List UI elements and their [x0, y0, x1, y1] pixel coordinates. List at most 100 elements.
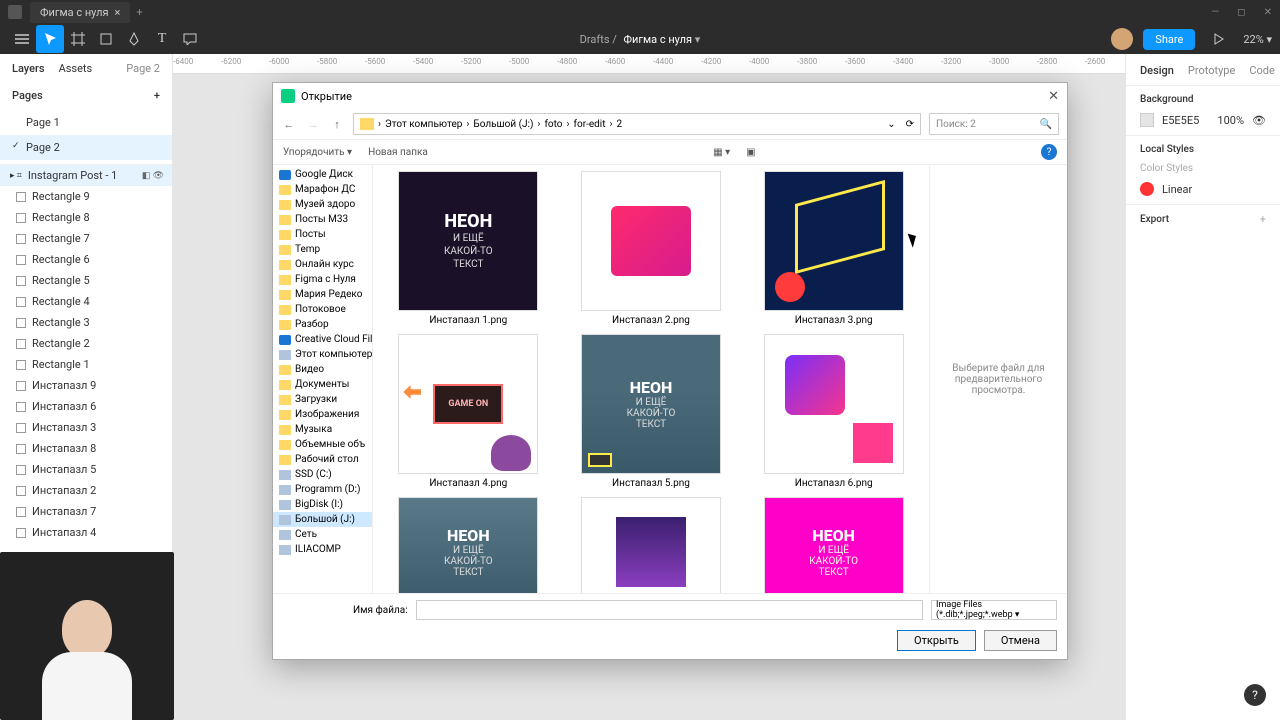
file-item[interactable]: НЕОНИ ЕЩЁ КАКОЙ-ТО ТЕКСТ — [750, 497, 917, 593]
organize-menu[interactable]: Упорядочить ▾ — [283, 147, 352, 158]
layer-item[interactable]: Rectangle 9 — [0, 186, 172, 207]
tree-item[interactable]: Temp — [273, 242, 372, 257]
view-options-icon[interactable]: ▦ ▾ — [713, 147, 730, 158]
layer-item[interactable]: Инстапазл 2 — [0, 480, 172, 501]
text-tool-icon[interactable]: T — [148, 25, 176, 53]
layer-item[interactable]: Rectangle 7 — [0, 228, 172, 249]
layer-item[interactable]: Rectangle 5 — [0, 270, 172, 291]
layer-item[interactable]: Rectangle 2 — [0, 333, 172, 354]
layer-item[interactable]: Инстапазл 3 — [0, 417, 172, 438]
search-input[interactable]: Поиск: 2 🔍 — [929, 113, 1059, 135]
nav-up-icon[interactable]: ↑ — [329, 118, 345, 131]
file-item[interactable]: НЕОНИ ЕЩЁ КАКОЙ-ТО ТЕКСТ — [385, 497, 552, 593]
move-tool-icon[interactable] — [36, 25, 64, 53]
tree-item[interactable]: Музей здоро — [273, 197, 372, 212]
layer-item[interactable]: Инстапазл 9 — [0, 375, 172, 396]
layer-item[interactable]: Rectangle 6 — [0, 249, 172, 270]
tree-item[interactable]: Разбор — [273, 317, 372, 332]
tree-item[interactable]: Объемные объ — [273, 437, 372, 452]
pen-tool-icon[interactable] — [120, 25, 148, 53]
preview-pane-icon[interactable]: ▣ — [746, 147, 755, 158]
linear-swatch[interactable] — [1140, 182, 1154, 196]
file-item[interactable]: Инстапазл 6.png — [750, 334, 917, 489]
nav-back-icon[interactable]: ← — [281, 118, 297, 131]
zoom-level[interactable]: 22% ▾ — [1243, 33, 1272, 46]
window-tab[interactable]: Фигма с нуля × — [30, 2, 130, 23]
tree-item[interactable]: Изображения — [273, 407, 372, 422]
refresh-icon[interactable]: ⟳ — [906, 119, 914, 130]
present-icon[interactable] — [1205, 25, 1233, 53]
layer-item[interactable]: Rectangle 8 — [0, 207, 172, 228]
cancel-button[interactable]: Отмена — [984, 630, 1057, 651]
add-tab-button[interactable]: + — [136, 6, 142, 19]
tree-item[interactable]: Programm (D:) — [273, 482, 372, 497]
path-bar[interactable]: › Этот компьютер› Большой (J:)› foto› fo… — [353, 113, 921, 135]
tree-item[interactable]: Потоковое — [273, 302, 372, 317]
tree-item[interactable]: Музыка — [273, 422, 372, 437]
tree-item[interactable]: SSD (C:) — [273, 467, 372, 482]
minimize-icon[interactable]: — — [1211, 7, 1219, 18]
avatar[interactable] — [1111, 28, 1133, 50]
bg-hex[interactable]: E5E5E5 — [1162, 114, 1199, 127]
tree-item[interactable]: Загрузки — [273, 392, 372, 407]
layer-item[interactable]: Rectangle 1 — [0, 354, 172, 375]
maximize-icon[interactable]: ◻ — [1237, 7, 1245, 18]
path-seg[interactable]: foto — [544, 119, 562, 130]
tree-item[interactable]: Этот компьютер — [273, 347, 372, 362]
nav-forward-icon[interactable]: → — [305, 118, 321, 131]
layer-actions-icon[interactable]: ◧ 👁 — [142, 171, 164, 181]
comment-tool-icon[interactable] — [176, 25, 204, 53]
tree-item[interactable]: Посты М33 — [273, 212, 372, 227]
file-filter-select[interactable]: Image Files (*.dib;*.jpeg;*.webp ▾ — [931, 600, 1057, 620]
path-seg-0[interactable]: › — [378, 119, 381, 130]
file-grid[interactable]: НЕОНИ ЕЩЁ КАКОЙ-ТО ТЕКСТ Инстапазл 1.png… — [373, 165, 929, 593]
layer-item[interactable]: Инстапазл 6 — [0, 396, 172, 417]
layer-item[interactable]: Инстапазл 5 — [0, 459, 172, 480]
file-item[interactable]: Инстапазл 3.png — [750, 171, 917, 326]
page-item-1[interactable]: Page 1 — [0, 110, 172, 135]
add-page-icon[interactable]: + — [154, 89, 160, 102]
breadcrumb[interactable]: Drafts / Фигма с нуля ▾ — [580, 33, 701, 46]
menu-icon[interactable] — [8, 25, 36, 53]
linear-label[interactable]: Linear — [1162, 183, 1192, 196]
bg-opacity[interactable]: 100% — [1217, 114, 1244, 127]
share-button[interactable]: Share — [1143, 29, 1195, 50]
open-button[interactable]: Открыть — [897, 630, 976, 651]
file-item[interactable]: Инстапазл 2.png — [568, 171, 735, 326]
path-seg[interactable]: Большой (J:) — [473, 119, 533, 130]
add-export-icon[interactable]: + — [1260, 213, 1266, 226]
tree-item[interactable]: Марафон ДС — [273, 182, 372, 197]
bg-swatch[interactable] — [1140, 113, 1154, 127]
tree-item[interactable]: Большой (J:) — [273, 512, 372, 527]
layer-item[interactable]: Инстапазл 8 — [0, 438, 172, 459]
help-badge[interactable]: ? — [1244, 684, 1266, 706]
tree-item[interactable]: Рабочий стол — [273, 452, 372, 467]
layer-item[interactable]: Инстапазл 4 — [0, 522, 172, 543]
tab-assets[interactable]: Assets — [59, 62, 93, 75]
tree-item[interactable]: Мария Редеко — [273, 287, 372, 302]
tab-prototype[interactable]: Prototype — [1188, 64, 1235, 77]
tree-item[interactable]: Онлайн курс — [273, 257, 372, 272]
path-dropdown-icon[interactable]: ⌄ — [887, 119, 895, 130]
tree-item[interactable]: Creative Cloud Fil — [273, 332, 372, 347]
page-indicator[interactable]: Page 2 — [126, 62, 160, 75]
tree-item[interactable]: Google Диск — [273, 167, 372, 182]
shape-tool-icon[interactable] — [92, 25, 120, 53]
tree-item[interactable]: Посты — [273, 227, 372, 242]
layer-item[interactable]: Rectangle 3 — [0, 312, 172, 333]
help-icon[interactable]: ? — [1041, 144, 1057, 160]
tab-code[interactable]: Code — [1249, 64, 1274, 77]
tab-close-icon[interactable]: × — [115, 6, 121, 19]
file-item[interactable] — [568, 497, 735, 593]
tree-item[interactable]: ILIACOMP — [273, 542, 372, 557]
folder-tree[interactable]: Google ДискМарафон ДСМузей здороПосты М3… — [273, 165, 373, 593]
layer-item[interactable]: Rectangle 4 — [0, 291, 172, 312]
visibility-icon[interactable]: 👁 — [1252, 114, 1266, 127]
tree-item[interactable]: Figma с Нуля — [273, 272, 372, 287]
tab-layers[interactable]: Layers — [12, 62, 45, 75]
file-item[interactable]: GAME ON Инстапазл 4.png — [385, 334, 552, 489]
path-seg[interactable]: 2 — [617, 119, 623, 130]
file-item[interactable]: НЕОНИ ЕЩЁ КАКОЙ-ТО ТЕКСТ Инстапазл 1.png — [385, 171, 552, 326]
close-window-icon[interactable]: ✕ — [1264, 7, 1272, 18]
frame-layer[interactable]: ▸ ⌗ Instagram Post - 1 ◧ 👁 — [0, 165, 172, 186]
